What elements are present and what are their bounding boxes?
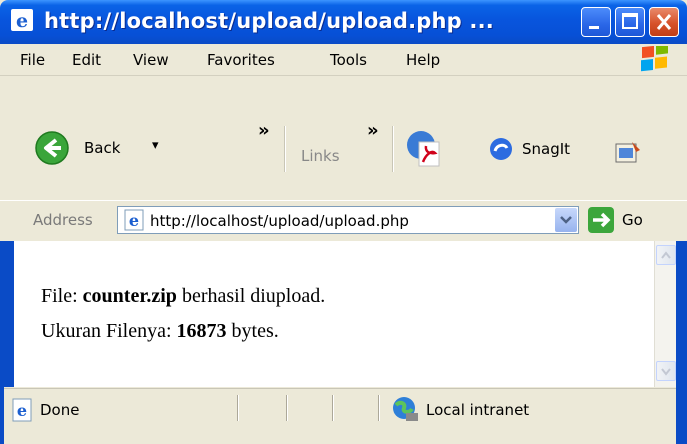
- file-size-line: Ukuran Filenya: 16873 bytes.: [41, 320, 279, 343]
- window-frame-left: [0, 241, 14, 387]
- links-chevron[interactable]: »: [367, 120, 379, 141]
- snagit-button[interactable]: SnagIt: [488, 136, 578, 166]
- address-bar: Address e http://localhost/upload/upload…: [0, 200, 687, 241]
- chevron-up-icon: [661, 251, 671, 259]
- address-input[interactable]: e http://localhost/upload/upload.php: [117, 206, 579, 234]
- file-size-unit: bytes.: [226, 320, 279, 342]
- go-button[interactable]: [588, 207, 614, 233]
- close-button[interactable]: [649, 7, 679, 37]
- standard-toolbar: Back ▾ » Links » SnagIt: [0, 76, 687, 200]
- menu-edit[interactable]: Edit: [72, 51, 101, 69]
- upload-status-text: berhasil diupload.: [176, 285, 326, 307]
- status-separator: [237, 395, 239, 421]
- maximize-icon: [622, 13, 638, 29]
- minimize-icon: [589, 26, 599, 29]
- svg-text:e: e: [17, 401, 27, 420]
- snagit-icon: [490, 138, 512, 160]
- chevron-down-icon: [661, 368, 671, 376]
- address-url: http://localhost/upload/upload.php: [150, 212, 409, 230]
- toolbar-separator: [392, 126, 394, 172]
- address-label: Address: [33, 211, 93, 229]
- title-bar[interactable]: e http://localhost/upload/upload.php ...: [0, 0, 687, 44]
- chevron-down-icon: [560, 216, 572, 224]
- back-label: Back: [84, 139, 121, 157]
- back-dropdown-icon[interactable]: ▾: [152, 138, 159, 153]
- menu-help[interactable]: Help: [406, 51, 440, 69]
- back-button[interactable]: Back ▾: [34, 130, 174, 170]
- file-name: counter.zip: [82, 285, 177, 307]
- status-separator: [378, 395, 380, 421]
- snagit-label: SnagIt: [522, 140, 571, 158]
- status-separator: [286, 395, 288, 421]
- file-size-label: Ukuran Filenya:: [41, 320, 177, 342]
- toolbar-chevron[interactable]: »: [258, 120, 270, 141]
- status-separator: [332, 395, 334, 421]
- menu-favorites[interactable]: Favorites: [207, 51, 275, 69]
- ie-icon: e: [11, 9, 33, 32]
- toolbar-separator: [284, 126, 286, 172]
- minimize-button[interactable]: [581, 7, 611, 37]
- menu-file[interactable]: File: [20, 51, 45, 69]
- page-content: File: counter.zip berhasil diupload. Uku…: [14, 241, 654, 387]
- links-label[interactable]: Links: [301, 147, 340, 165]
- pdf-icon[interactable]: [404, 128, 444, 168]
- back-arrow-icon: [35, 131, 69, 165]
- go-label[interactable]: Go: [622, 211, 643, 229]
- vertical-scrollbar[interactable]: [654, 241, 677, 387]
- go-arrow-icon: [593, 212, 611, 228]
- ie-page-icon: e: [124, 209, 144, 231]
- status-bar: e Done Local intranet: [4, 388, 676, 444]
- status-text: Done: [40, 401, 80, 419]
- page-done-icon: e: [12, 398, 32, 422]
- menu-tools[interactable]: Tools: [330, 51, 367, 69]
- menu-view[interactable]: View: [133, 51, 169, 69]
- windows-logo-icon: [641, 46, 668, 72]
- svg-text:e: e: [129, 211, 139, 230]
- file-size-value: 16873: [176, 320, 227, 342]
- upload-result-line: File: counter.zip berhasil diupload.: [41, 285, 325, 308]
- window-title: http://localhost/upload/upload.php ...: [44, 9, 494, 33]
- svg-text:e: e: [16, 10, 28, 32]
- maximize-button[interactable]: [615, 7, 645, 37]
- close-icon: [656, 14, 672, 30]
- snagit-capture-icon[interactable]: [614, 138, 644, 166]
- scroll-down-button[interactable]: [656, 361, 676, 381]
- file-label: File:: [41, 285, 83, 307]
- local-intranet-icon: [393, 397, 418, 421]
- menu-bar: File Edit View Favorites Tools Help: [0, 44, 687, 76]
- security-zone-label: Local intranet: [426, 401, 530, 419]
- scroll-up-button[interactable]: [656, 245, 676, 265]
- browser-window: e http://localhost/upload/upload.php ...…: [0, 0, 687, 444]
- address-dropdown-button[interactable]: [555, 208, 577, 232]
- window-frame-right: [676, 241, 687, 444]
